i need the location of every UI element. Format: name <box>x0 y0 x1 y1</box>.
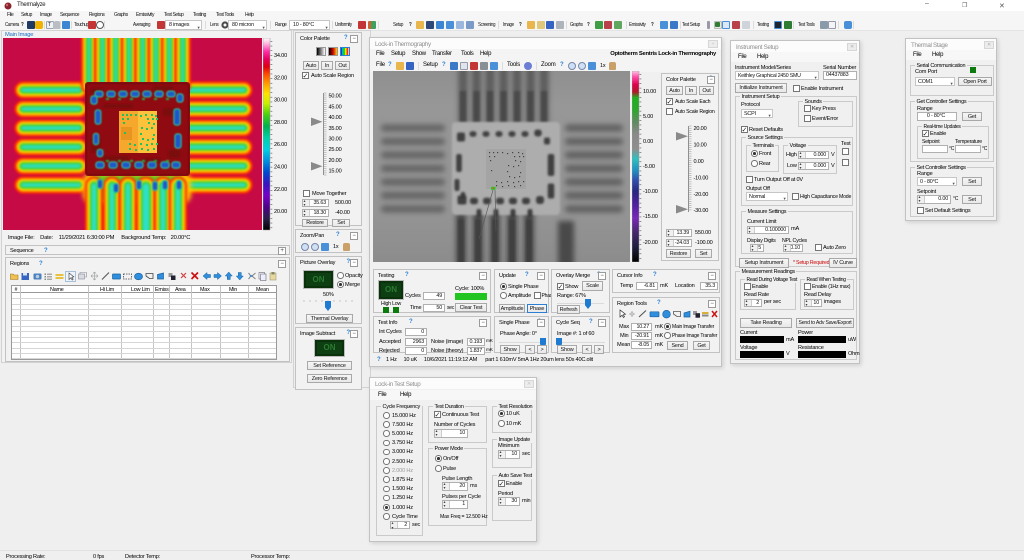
svg-text:25.00: 25.00 <box>329 147 342 153</box>
svg-text:20.00: 20.00 <box>274 209 287 215</box>
svg-text:0.00: 0.00 <box>694 159 704 165</box>
svg-text:-10.00: -10.00 <box>643 189 658 195</box>
svg-text:30.00: 30.00 <box>329 137 342 143</box>
svg-text:45.00: 45.00 <box>329 104 342 110</box>
svg-text:40.00: 40.00 <box>329 115 342 121</box>
svg-text:30.00: 30.00 <box>274 98 287 104</box>
svg-text:10.00: 10.00 <box>694 143 707 149</box>
svg-text:5.00: 5.00 <box>643 114 653 120</box>
svg-text:0.00: 0.00 <box>643 139 653 145</box>
svg-text:50.00: 50.00 <box>329 94 342 100</box>
svg-text:34.00: 34.00 <box>274 53 287 59</box>
svg-text:28.00: 28.00 <box>274 120 287 126</box>
svg-text:-20.00: -20.00 <box>643 240 658 246</box>
svg-text:35.00: 35.00 <box>329 126 342 132</box>
svg-text:-10.00: -10.00 <box>694 175 709 181</box>
svg-text:20.00: 20.00 <box>329 158 342 164</box>
svg-text:32.00: 32.00 <box>274 75 287 81</box>
svg-text:22.00: 22.00 <box>274 187 287 193</box>
svg-text:-5.00: -5.00 <box>643 164 655 170</box>
svg-text:20.00: 20.00 <box>694 126 707 132</box>
svg-text:-15.00: -15.00 <box>643 214 658 220</box>
svg-text:-30.00: -30.00 <box>694 208 709 214</box>
svg-text:15.00: 15.00 <box>329 169 342 175</box>
svg-text:24.00: 24.00 <box>274 165 287 171</box>
svg-text:26.00: 26.00 <box>274 142 287 148</box>
svg-text:10.00: 10.00 <box>643 89 656 95</box>
svg-text:-20.00: -20.00 <box>694 192 709 198</box>
